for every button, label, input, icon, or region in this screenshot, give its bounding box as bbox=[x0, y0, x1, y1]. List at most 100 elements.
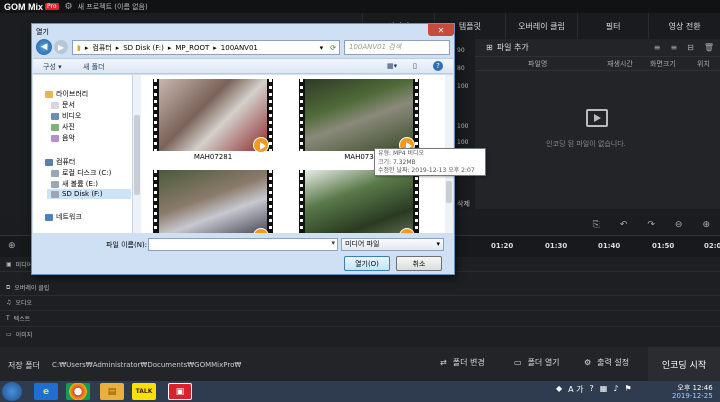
help-icon[interactable]: ? bbox=[590, 384, 594, 395]
address-bar[interactable]: ▮ ▸ 컴퓨터 ▸ SD Disk (F:) ▸ MP_ROOT ▸ 100AN… bbox=[72, 40, 340, 55]
scroll-thumb[interactable] bbox=[134, 115, 140, 195]
nav-label: 문서 bbox=[62, 101, 75, 109]
track-media[interactable]: ▣ 미디어 bbox=[6, 260, 32, 269]
scroll-thumb[interactable] bbox=[446, 181, 452, 203]
cancel-button[interactable]: 취소 bbox=[396, 256, 442, 271]
ie-icon[interactable]: e bbox=[34, 383, 58, 400]
address-dropdown-icon[interactable]: ▾ bbox=[320, 44, 324, 52]
nav-videos[interactable]: 비디오 bbox=[51, 111, 81, 121]
encoding-toolbar: ⊞ 파일 추가 ≡ ≡ ⊟ 🗑 bbox=[452, 39, 720, 57]
ime-indicator[interactable]: A 가 bbox=[568, 384, 583, 395]
nav-documents[interactable]: 문서 bbox=[51, 100, 75, 110]
dialog-close-button[interactable]: ✕ bbox=[428, 24, 454, 36]
strip-value: 100 bbox=[457, 139, 469, 146]
nav-new-volume[interactable]: 새 볼륨 (E:) bbox=[51, 179, 98, 189]
breadcrumb-folder[interactable]: 100ANV01 bbox=[221, 44, 258, 52]
nav-music[interactable]: 음악 bbox=[51, 133, 75, 143]
refresh-icon[interactable]: ⟳ bbox=[330, 44, 336, 52]
zoom-out-icon[interactable]: ⊖ bbox=[675, 220, 683, 230]
tab-filter[interactable]: 필터 bbox=[576, 13, 649, 39]
track-overlay[interactable]: ⧉ 오버레이 클립 bbox=[6, 283, 50, 293]
film-icon bbox=[586, 109, 608, 127]
play-icon bbox=[253, 228, 269, 233]
tab-overlay-clip[interactable]: 오버레이 클립 bbox=[505, 13, 577, 39]
nav-scrollbar[interactable] bbox=[133, 75, 141, 233]
chrome-icon[interactable] bbox=[66, 383, 90, 400]
remove-icon[interactable]: ⊟ bbox=[687, 43, 694, 52]
list-down-icon[interactable]: ≡ bbox=[670, 43, 677, 52]
column-resolution: 화면크기 bbox=[650, 59, 676, 68]
view-options-icon[interactable]: ▦▾ bbox=[387, 62, 397, 70]
breadcrumb-sep: ▸ bbox=[115, 43, 120, 52]
split-icon[interactable]: ⎘ bbox=[593, 220, 600, 230]
play-icon bbox=[399, 228, 415, 233]
breadcrumb-computer[interactable]: 컴퓨터 bbox=[92, 43, 111, 53]
file-item[interactable]: MAH07281 bbox=[153, 79, 273, 161]
folder-icon: ▮ bbox=[77, 43, 81, 52]
zoom-in-icon[interactable]: ⊕ bbox=[702, 220, 710, 230]
filename-input[interactable] bbox=[148, 238, 338, 251]
track-audio[interactable]: ♫ 오디오 bbox=[6, 298, 32, 307]
back-button[interactable]: ◀ bbox=[36, 39, 52, 55]
file-item[interactable] bbox=[153, 170, 273, 233]
add-file-button[interactable]: 파일 추가 bbox=[497, 42, 529, 53]
nav-network[interactable]: 네트워크 bbox=[45, 212, 82, 222]
nav-label: 로컬 디스크 (C:) bbox=[62, 169, 112, 177]
computer-icon bbox=[45, 158, 53, 166]
network-icon bbox=[45, 213, 53, 221]
file-item[interactable] bbox=[299, 170, 419, 233]
nav-local-disk[interactable]: 로컬 디스크 (C:) bbox=[51, 168, 111, 178]
track-label: 오버레이 클립 bbox=[14, 285, 50, 292]
timeline-zoom-icon[interactable]: ⊕ bbox=[8, 241, 16, 251]
nav-sd-disk[interactable]: SD Disk (F:) bbox=[47, 189, 131, 199]
save-folder-path: C:₩Users₩Administrator₩Documents₩GOMMixP… bbox=[52, 361, 242, 369]
change-folder-button[interactable]: ⇄ 폴더 변경 bbox=[440, 357, 485, 368]
gom-mix-taskbar-icon[interactable]: ▣ bbox=[168, 383, 192, 400]
organize-button[interactable]: 구성 ▾ bbox=[43, 62, 62, 72]
forward-button[interactable]: ▶ bbox=[54, 40, 68, 54]
kakaotalk-icon[interactable]: TALK bbox=[132, 383, 156, 400]
help-icon[interactable]: ? bbox=[433, 61, 443, 71]
start-button[interactable] bbox=[2, 382, 22, 401]
play-icon bbox=[253, 137, 269, 153]
encode-start-button[interactable]: 인코딩 시작 bbox=[648, 347, 720, 381]
open-folder-button[interactable]: ▭ 폴더 열기 bbox=[514, 357, 560, 368]
file-item[interactable]: MAH073 bbox=[299, 79, 419, 161]
redo-icon[interactable]: ↷ bbox=[647, 220, 655, 230]
video-thumbnail bbox=[299, 79, 419, 153]
breadcrumb-sd-disk[interactable]: SD Disk (F:) bbox=[123, 44, 164, 52]
taskbar-clock[interactable]: 오후 12:46 2019-12-25 bbox=[672, 384, 713, 400]
preview-pane-icon[interactable]: ▯ bbox=[413, 62, 417, 70]
output-settings-button[interactable]: ⚙ 출력 설정 bbox=[584, 357, 629, 368]
list-up-icon[interactable]: ≡ bbox=[654, 43, 661, 52]
track-divider bbox=[0, 295, 720, 296]
strip-value: 90 bbox=[457, 47, 465, 54]
flag-icon[interactable]: ⚑ bbox=[624, 384, 631, 395]
nav-pictures[interactable]: 사진 bbox=[51, 122, 75, 132]
new-folder-button[interactable]: 새 폴더 bbox=[83, 62, 105, 72]
file-name: MAH07281 bbox=[193, 153, 233, 161]
nav-computer[interactable]: 컴퓨터 bbox=[45, 157, 75, 167]
track-text[interactable]: T 텍스트 bbox=[6, 314, 30, 323]
add-file-icon[interactable]: ⊞ bbox=[486, 43, 493, 52]
music-icon bbox=[51, 134, 59, 142]
breadcrumb-mp-root[interactable]: MP_ROOT bbox=[175, 44, 209, 52]
network-icon[interactable]: ▦ bbox=[600, 384, 608, 395]
filetype-select[interactable]: 미디어 파일 bbox=[341, 238, 444, 251]
track-image[interactable]: ▭ 이미지 bbox=[6, 330, 32, 339]
command-bar: 구성 ▾ 새 폴더 ▦▾ ▯ ? bbox=[33, 58, 453, 74]
shield-icon[interactable]: ◆ bbox=[556, 384, 562, 395]
delete-icon[interactable]: 🗑 bbox=[704, 43, 714, 52]
volume-icon[interactable]: ♪ bbox=[613, 384, 618, 395]
undo-icon[interactable]: ↶ bbox=[620, 220, 628, 230]
explorer-icon[interactable]: ▤ bbox=[100, 383, 124, 400]
strip-delete[interactable]: 삭제 bbox=[457, 199, 470, 209]
value-strip: 90 80 100 100 100 100 삭제 bbox=[455, 39, 475, 209]
nav-label: SD Disk (F:) bbox=[62, 190, 103, 198]
open-button[interactable]: 열기(O) bbox=[344, 256, 390, 271]
gear-icon[interactable]: ⚙ bbox=[65, 2, 73, 12]
track-divider bbox=[0, 326, 720, 327]
tab-transition[interactable]: 영상 전환 bbox=[648, 13, 720, 39]
search-input[interactable]: 100ANV01 검색 bbox=[344, 40, 450, 55]
nav-libraries[interactable]: 라이브러리 bbox=[45, 89, 88, 99]
